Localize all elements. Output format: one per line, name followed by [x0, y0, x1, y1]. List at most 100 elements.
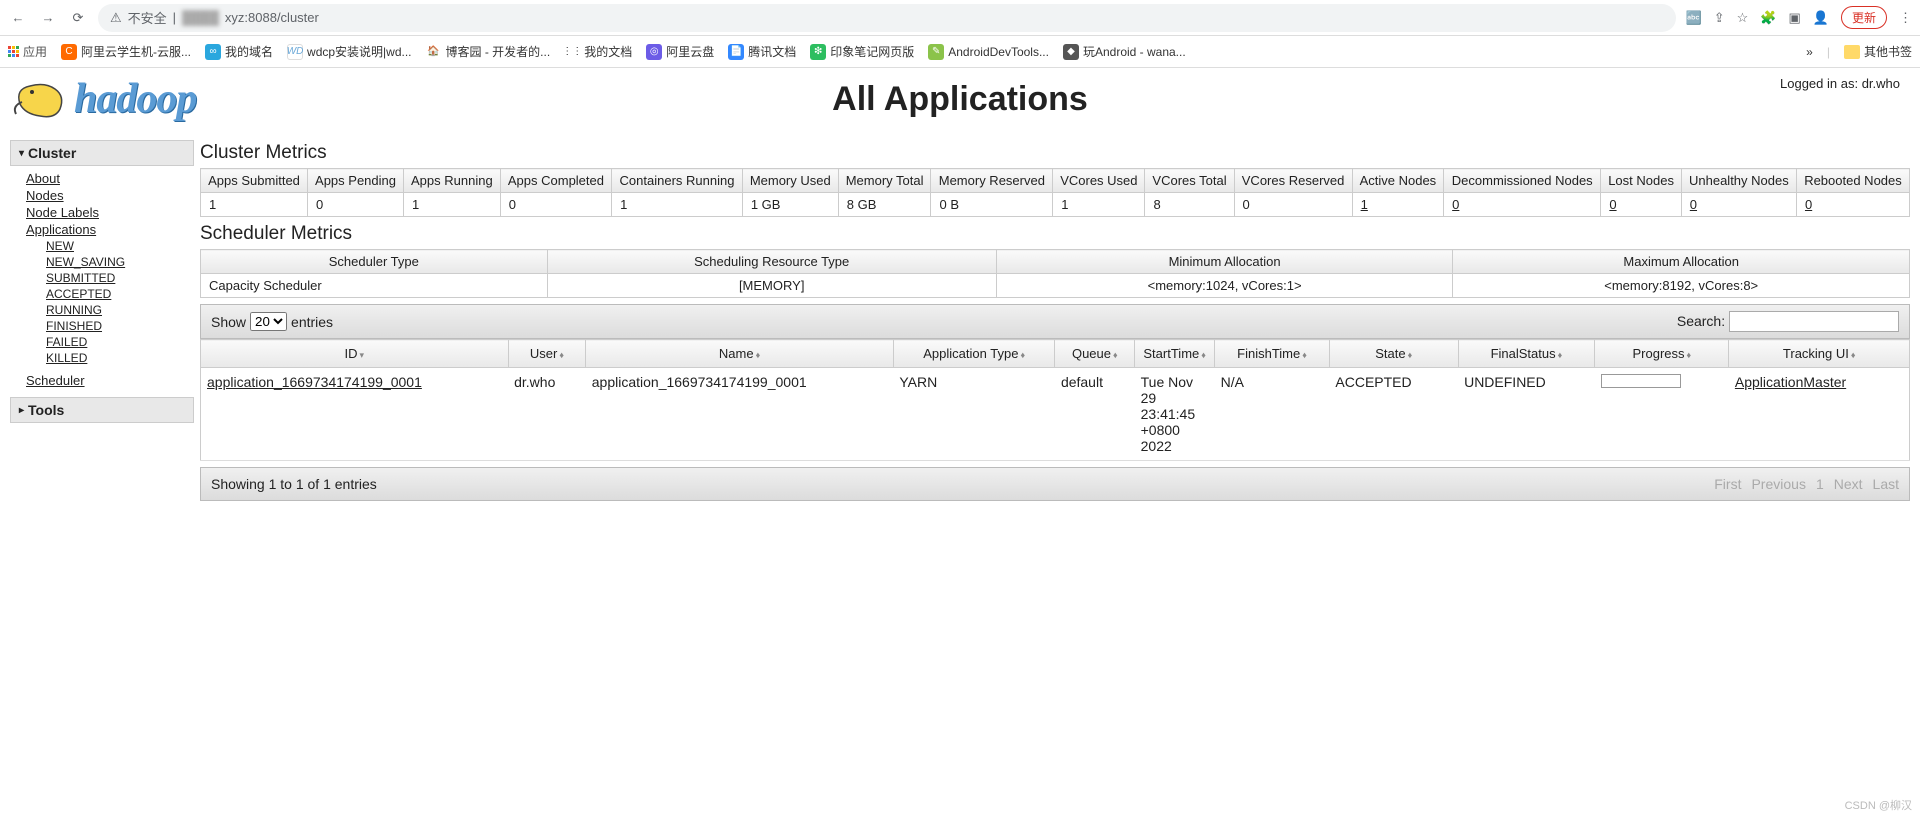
sidebar-app-state[interactable]: NEW_SAVING	[46, 254, 194, 270]
bookmark-item[interactable]: ✎AndroidDevTools...	[928, 44, 1049, 60]
sort-icon: ♦	[1113, 350, 1118, 360]
sidebar-link-node-labels[interactable]: Node Labels	[26, 204, 194, 221]
apps-button[interactable]: 应用	[8, 43, 47, 60]
table-row: 1 0 1 0 1 1 GB 8 GB 0 B 1 8 0 1 0 0 0 0	[201, 193, 1910, 217]
url-text: xyz:8088/cluster	[225, 10, 319, 25]
app-id-link[interactable]: application_1669734174199_0001	[207, 374, 422, 390]
th[interactable]: Apps Completed	[500, 169, 611, 193]
extensions-icon[interactable]: 🧩	[1760, 10, 1776, 26]
sidebar-link-about[interactable]: About	[26, 170, 194, 187]
insecure-icon: ⚠	[110, 10, 122, 26]
sidebar-link-nodes[interactable]: Nodes	[26, 187, 194, 204]
sidebar-app-state[interactable]: FAILED	[46, 334, 194, 350]
forward-button[interactable]: →	[38, 8, 58, 28]
th[interactable]: Decommissioned Nodes	[1444, 169, 1601, 193]
th[interactable]: Active Nodes	[1352, 169, 1444, 193]
th[interactable]: Minimum Allocation	[996, 250, 1453, 274]
th-user[interactable]: User♦	[508, 340, 586, 368]
page-last[interactable]: Last	[1873, 476, 1899, 492]
panel-icon[interactable]: ▣	[1789, 10, 1801, 26]
page-next[interactable]: Next	[1834, 476, 1863, 492]
page-number[interactable]: 1	[1816, 476, 1824, 492]
rebooted-nodes-link[interactable]: 0	[1805, 197, 1812, 212]
sort-icon: ♦	[1851, 350, 1856, 360]
sidebar: ▾Cluster About Nodes Node Labels Applica…	[10, 140, 200, 501]
translate-icon[interactable]: 🔤	[1686, 10, 1702, 26]
tracking-ui-link[interactable]: ApplicationMaster	[1735, 374, 1846, 390]
sidebar-app-state[interactable]: NEW	[46, 238, 194, 254]
pagination: First Previous 1 Next Last	[1714, 476, 1899, 492]
th-state[interactable]: State♦	[1329, 340, 1458, 368]
th-apptype[interactable]: Application Type♦	[893, 340, 1055, 368]
sidebar-cluster-header[interactable]: ▾Cluster	[10, 140, 194, 166]
search-input[interactable]	[1729, 311, 1899, 332]
th[interactable]: Containers Running	[612, 169, 743, 193]
bookmark-item[interactable]: C阿里云学生机-云服...	[61, 43, 191, 60]
sidebar-app-state[interactable]: ACCEPTED	[46, 286, 194, 302]
bookmark-item[interactable]: ∞我的域名	[205, 43, 273, 60]
th[interactable]: VCores Reserved	[1234, 169, 1352, 193]
datatable-footer: Showing 1 to 1 of 1 entries First Previo…	[200, 467, 1910, 501]
share-icon[interactable]: ⇪	[1714, 10, 1725, 26]
sidebar-app-state[interactable]: SUBMITTED	[46, 270, 194, 286]
page-prev[interactable]: Previous	[1751, 476, 1805, 492]
sidebar-link-scheduler[interactable]: Scheduler	[26, 372, 194, 389]
th[interactable]: Apps Submitted	[201, 169, 308, 193]
star-icon[interactable]: ☆	[1737, 10, 1749, 26]
bookmark-item[interactable]: WDwdcp安装说明|wd...	[287, 43, 411, 60]
address-bar[interactable]: ⚠ 不安全 | ████ xyz:8088/cluster	[98, 4, 1676, 32]
th[interactable]: VCores Used	[1053, 169, 1145, 193]
th-name[interactable]: Name♦	[586, 340, 894, 368]
sidebar-tools-header[interactable]: ▸Tools	[10, 397, 194, 423]
other-bookmarks[interactable]: 其他书签	[1844, 43, 1912, 60]
back-button[interactable]: ←	[8, 8, 28, 28]
decommissioned-nodes-link[interactable]: 0	[1452, 197, 1459, 212]
th[interactable]: VCores Total	[1145, 169, 1234, 193]
sidebar-app-state[interactable]: KILLED	[46, 350, 194, 366]
elephant-icon	[10, 74, 70, 124]
th-finalstatus[interactable]: FinalStatus♦	[1458, 340, 1595, 368]
update-button[interactable]: 更新	[1841, 6, 1887, 29]
th-progress[interactable]: Progress♦	[1595, 340, 1729, 368]
sidebar-app-state[interactable]: RUNNING	[46, 302, 194, 318]
th[interactable]: Memory Total	[838, 169, 931, 193]
bookmark-item[interactable]: ❇印象笔记网页版	[810, 43, 914, 60]
th[interactable]: Rebooted Nodes	[1796, 169, 1909, 193]
reload-button[interactable]: ⟳	[68, 8, 88, 28]
th-tracking[interactable]: Tracking UI♦	[1729, 340, 1910, 368]
th-finishtime[interactable]: FinishTime♦	[1215, 340, 1330, 368]
th[interactable]: Unhealthy Nodes	[1681, 169, 1796, 193]
bookmark-item[interactable]: 📄腾讯文档	[728, 43, 796, 60]
progress-bar	[1601, 374, 1681, 388]
th[interactable]: Lost Nodes	[1601, 169, 1681, 193]
th[interactable]: Scheduler Type	[201, 250, 548, 274]
bookmark-item[interactable]: ◆玩Android - wana...	[1063, 43, 1186, 60]
profile-icon[interactable]: 👤	[1813, 10, 1829, 26]
th-starttime[interactable]: StartTime♦	[1135, 340, 1215, 368]
scheduler-metrics-heading: Scheduler Metrics	[200, 223, 1910, 245]
page-first[interactable]: First	[1714, 476, 1741, 492]
unhealthy-nodes-link[interactable]: 0	[1690, 197, 1697, 212]
bookmark-item[interactable]: ⋮⋮我的文档	[564, 43, 632, 60]
bookmark-item[interactable]: 🏠博客园 - 开发者的...	[426, 43, 551, 60]
th[interactable]: Apps Pending	[308, 169, 404, 193]
table-row: application_1669734174199_0001 dr.who ap…	[201, 368, 1910, 461]
lost-nodes-link[interactable]: 0	[1609, 197, 1616, 212]
active-nodes-link[interactable]: 1	[1361, 197, 1368, 212]
menu-icon[interactable]: ⋮	[1899, 10, 1912, 26]
th-queue[interactable]: Queue♦	[1055, 340, 1135, 368]
bookmark-item[interactable]: ◎阿里云盘	[646, 43, 714, 60]
hadoop-logo: hadoop	[10, 74, 196, 124]
th[interactable]: Scheduling Resource Type	[547, 250, 996, 274]
sidebar-link-applications[interactable]: Applications	[26, 221, 194, 238]
entries-select[interactable]: 20	[250, 312, 287, 331]
bookmarks-overflow[interactable]: »	[1806, 45, 1813, 59]
th[interactable]: Memory Reserved	[931, 169, 1053, 193]
sidebar-app-state[interactable]: FINISHED	[46, 318, 194, 334]
th[interactable]: Memory Used	[742, 169, 838, 193]
search-label: Search:	[1677, 313, 1725, 329]
th[interactable]: Apps Running	[404, 169, 501, 193]
sort-icon: ♦	[1020, 350, 1025, 360]
th-id[interactable]: ID▾	[201, 340, 509, 368]
th[interactable]: Maximum Allocation	[1453, 250, 1910, 274]
